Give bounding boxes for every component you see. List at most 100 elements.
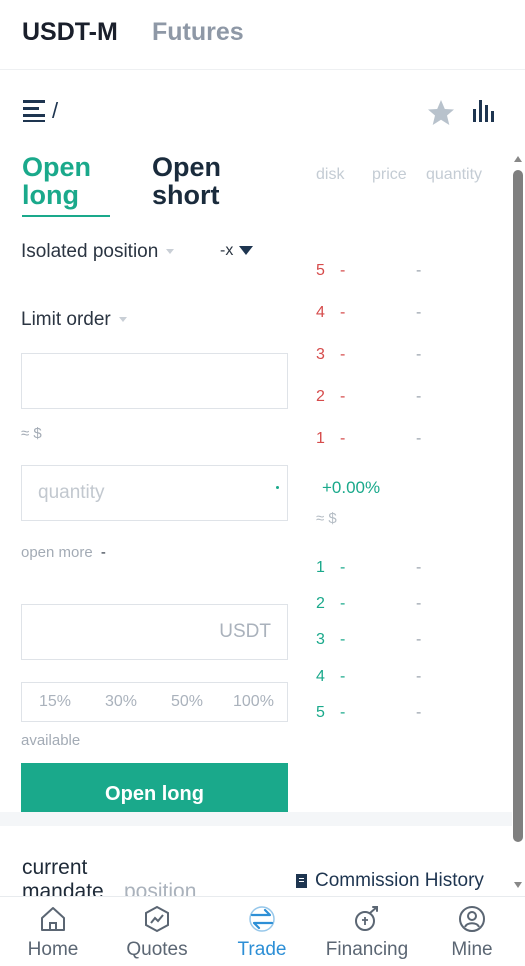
last-price-approx: ≈ $ xyxy=(316,510,337,527)
bid-price: - xyxy=(340,559,346,576)
nav-home-label: Home xyxy=(27,939,79,960)
commission-history-label: Commission History xyxy=(315,870,484,891)
quantity-placeholder: quantity xyxy=(38,482,105,503)
open-more-value: - xyxy=(100,544,106,561)
bid-level: 2 xyxy=(316,595,325,612)
ask-price: - xyxy=(340,430,346,447)
pct-30-button[interactable]: 30% xyxy=(105,693,137,711)
scrollbar-thumb[interactable] xyxy=(513,170,523,842)
bid-level: 1 xyxy=(316,559,325,576)
ask-level: 1 xyxy=(316,430,325,447)
ask-quantity: - xyxy=(416,262,422,279)
bid-quantity: - xyxy=(416,704,422,721)
commission-history-link[interactable]: Commission History xyxy=(296,870,484,892)
kline-chart-icon[interactable] xyxy=(472,98,496,124)
market-tabs: USDT-M Futures xyxy=(0,0,525,70)
cost-input[interactable]: USDT xyxy=(21,604,288,660)
favorite-star-icon[interactable] xyxy=(426,98,456,128)
ask-level: 2 xyxy=(316,388,325,405)
caret-down-icon xyxy=(239,246,254,256)
chevron-down-icon xyxy=(118,317,127,323)
ask-level: 5 xyxy=(316,262,325,279)
user-icon xyxy=(459,906,485,932)
scroll-down-arrow-icon[interactable] xyxy=(514,882,522,888)
tab-open-short-label: Open short xyxy=(152,152,222,210)
cost-unit: USDT xyxy=(219,621,271,642)
orderbook-header-disk: disk xyxy=(316,166,345,183)
orderbook-header-price: price xyxy=(372,166,407,183)
bid-level: 4 xyxy=(316,668,325,685)
tab-futures[interactable]: Futures xyxy=(152,18,244,47)
home-icon xyxy=(41,907,65,931)
pct-100-button[interactable]: 100% xyxy=(233,693,274,711)
quotes-icon xyxy=(145,905,169,933)
ask-price: - xyxy=(340,262,346,279)
margin-mode-label: Isolated position xyxy=(21,241,159,262)
orderbook-header-quantity: quantity xyxy=(426,166,483,183)
order-type-label: Limit order xyxy=(21,309,111,330)
bid-quantity: - xyxy=(416,595,422,612)
bid-price: - xyxy=(340,704,346,721)
nav-quotes[interactable]: Quotes xyxy=(107,897,207,966)
document-icon xyxy=(296,874,307,888)
bid-price: - xyxy=(340,595,346,612)
pair-label: / xyxy=(52,98,59,123)
margin-mode-select[interactable]: Isolated position xyxy=(21,241,175,263)
chevron-down-icon xyxy=(166,249,175,255)
ask-row[interactable]: 3 - - xyxy=(316,346,426,366)
bid-row[interactable]: 2 - - xyxy=(316,595,426,615)
bid-row[interactable]: 4 - - xyxy=(316,668,426,688)
tab-open-short[interactable]: Open short xyxy=(152,153,242,209)
ask-quantity: - xyxy=(416,388,422,405)
tab-usdt-m[interactable]: USDT-M xyxy=(22,18,118,47)
active-tab-underline xyxy=(22,215,110,217)
price-input[interactable] xyxy=(21,353,288,409)
ask-price: - xyxy=(340,304,346,321)
nav-mine-label: Mine xyxy=(451,939,493,960)
input-dot xyxy=(276,486,279,489)
quantity-input[interactable]: quantity xyxy=(21,465,288,521)
bid-price: - xyxy=(340,668,346,685)
ask-level: 4 xyxy=(316,304,325,321)
leverage-value: -x xyxy=(220,242,234,259)
ask-row[interactable]: 4 - - xyxy=(316,304,426,324)
price-approx: ≈ $ xyxy=(21,425,42,442)
nav-mine[interactable]: Mine xyxy=(422,897,522,966)
bid-price: - xyxy=(340,631,346,648)
percentage-selector: 15% 30% 50% 100% xyxy=(21,682,288,722)
bid-row[interactable]: 5 - - xyxy=(316,704,426,724)
ask-level: 3 xyxy=(316,346,325,363)
ask-row[interactable]: 5 - - xyxy=(316,262,426,282)
ask-quantity: - xyxy=(416,346,422,363)
bid-quantity: - xyxy=(416,559,422,576)
order-type-select[interactable]: Limit order xyxy=(21,309,127,331)
bid-level: 3 xyxy=(316,631,325,648)
open-long-button-label: Open long xyxy=(105,782,204,805)
open-more-label: open more xyxy=(21,544,93,561)
bid-row[interactable]: 3 - - xyxy=(316,631,426,651)
bid-row[interactable]: 1 - - xyxy=(316,559,426,579)
bottom-nav: Home Quotes Trade Financing Mine xyxy=(0,896,525,966)
financing-icon xyxy=(355,906,378,931)
open-more-row: open more - xyxy=(21,544,106,561)
ask-row[interactable]: 2 - - xyxy=(316,388,426,408)
nav-financing[interactable]: Financing xyxy=(317,897,417,966)
nav-trade[interactable]: Trade xyxy=(212,897,312,966)
pct-15-button[interactable]: 15% xyxy=(39,693,71,711)
pair-selector[interactable]: / xyxy=(22,98,62,124)
scroll-up-arrow-icon[interactable] xyxy=(514,156,522,162)
ask-quantity: - xyxy=(416,304,422,321)
nav-home[interactable]: Home xyxy=(3,897,103,966)
available-label: available xyxy=(21,732,81,749)
section-divider xyxy=(0,812,512,826)
ask-quantity: - xyxy=(416,430,422,447)
ask-price: - xyxy=(340,388,346,405)
ask-row[interactable]: 1 - - xyxy=(316,430,426,450)
tab-open-long[interactable]: Open long xyxy=(22,153,112,209)
bid-quantity: - xyxy=(416,668,422,685)
leverage-select[interactable]: -x xyxy=(220,242,254,260)
pct-50-button[interactable]: 50% xyxy=(171,693,203,711)
nav-trade-label: Trade xyxy=(237,939,287,960)
nav-financing-label: Financing xyxy=(325,939,409,960)
tab-open-long-label: Open long xyxy=(22,152,92,210)
